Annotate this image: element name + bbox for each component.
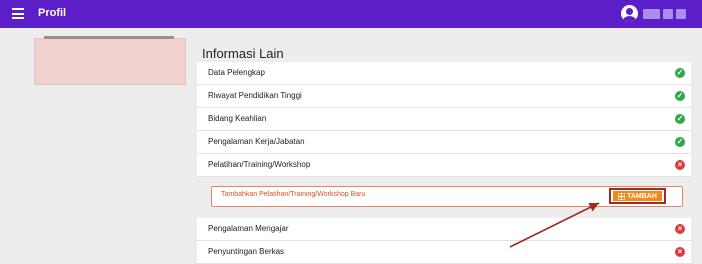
list-item-label: Pengalaman Kerja/Jabatan	[208, 137, 305, 146]
list-item-pengalaman-mengajar[interactable]: Pengalaman Mengajar ×	[197, 218, 691, 241]
add-training-panel: Tambahkan Pelatihan/Training/Workshop Ba…	[211, 186, 683, 207]
list-item-label: Riwayat Pendidikan Tinggi	[208, 91, 302, 100]
list-item-label: Pelatihan/Training/Workshop	[208, 160, 311, 169]
check-circle-icon: ✓	[675, 91, 685, 101]
x-circle-icon: ×	[675, 160, 685, 170]
list-item-label: Data Pelengkap	[208, 68, 265, 77]
page-title: Profil	[38, 7, 67, 19]
tambah-button[interactable]: TAMBAH	[613, 191, 662, 201]
add-training-label: Tambahkan Pelatihan/Training/Workshop Ba…	[221, 191, 366, 198]
profile-card-redacted	[34, 38, 186, 85]
grid-add-icon	[618, 192, 626, 200]
user-avatar-icon[interactable]	[621, 5, 638, 22]
section-title: Informasi Lain	[202, 46, 284, 61]
x-circle-icon: ×	[675, 247, 685, 257]
check-circle-icon: ✓	[675, 68, 685, 78]
list-item-pengalaman-kerja[interactable]: Pengalaman Kerja/Jabatan ✓	[197, 131, 691, 154]
profile-card-divider	[44, 36, 174, 39]
list-item-penyuntingan-berkas[interactable]: Penyuntingan Berkas ×	[197, 241, 691, 264]
top-app-bar: Profil	[0, 0, 702, 28]
check-circle-icon: ✓	[675, 114, 685, 124]
check-circle-icon: ✓	[675, 137, 685, 147]
list-item-riwayat-pendidikan[interactable]: Riwayat Pendidikan Tinggi ✓	[197, 85, 691, 108]
add-button-highlight: TAMBAH	[609, 188, 666, 204]
list-item-label: Pengalaman Mengajar	[208, 224, 289, 233]
hamburger-menu-icon[interactable]	[12, 8, 24, 19]
list-item-bidang-keahlian[interactable]: Bidang Keahlian ✓	[197, 108, 691, 131]
list-item-label: Bidang Keahlian	[208, 114, 267, 123]
x-circle-icon: ×	[675, 224, 685, 234]
tambah-button-label: TAMBAH	[627, 192, 657, 200]
list-item-pelatihan[interactable]: Pelatihan/Training/Workshop ×	[197, 154, 691, 177]
redacted-user-name[interactable]	[643, 9, 699, 19]
list-item-data-pelengkap[interactable]: Data Pelengkap ✓	[197, 62, 691, 85]
